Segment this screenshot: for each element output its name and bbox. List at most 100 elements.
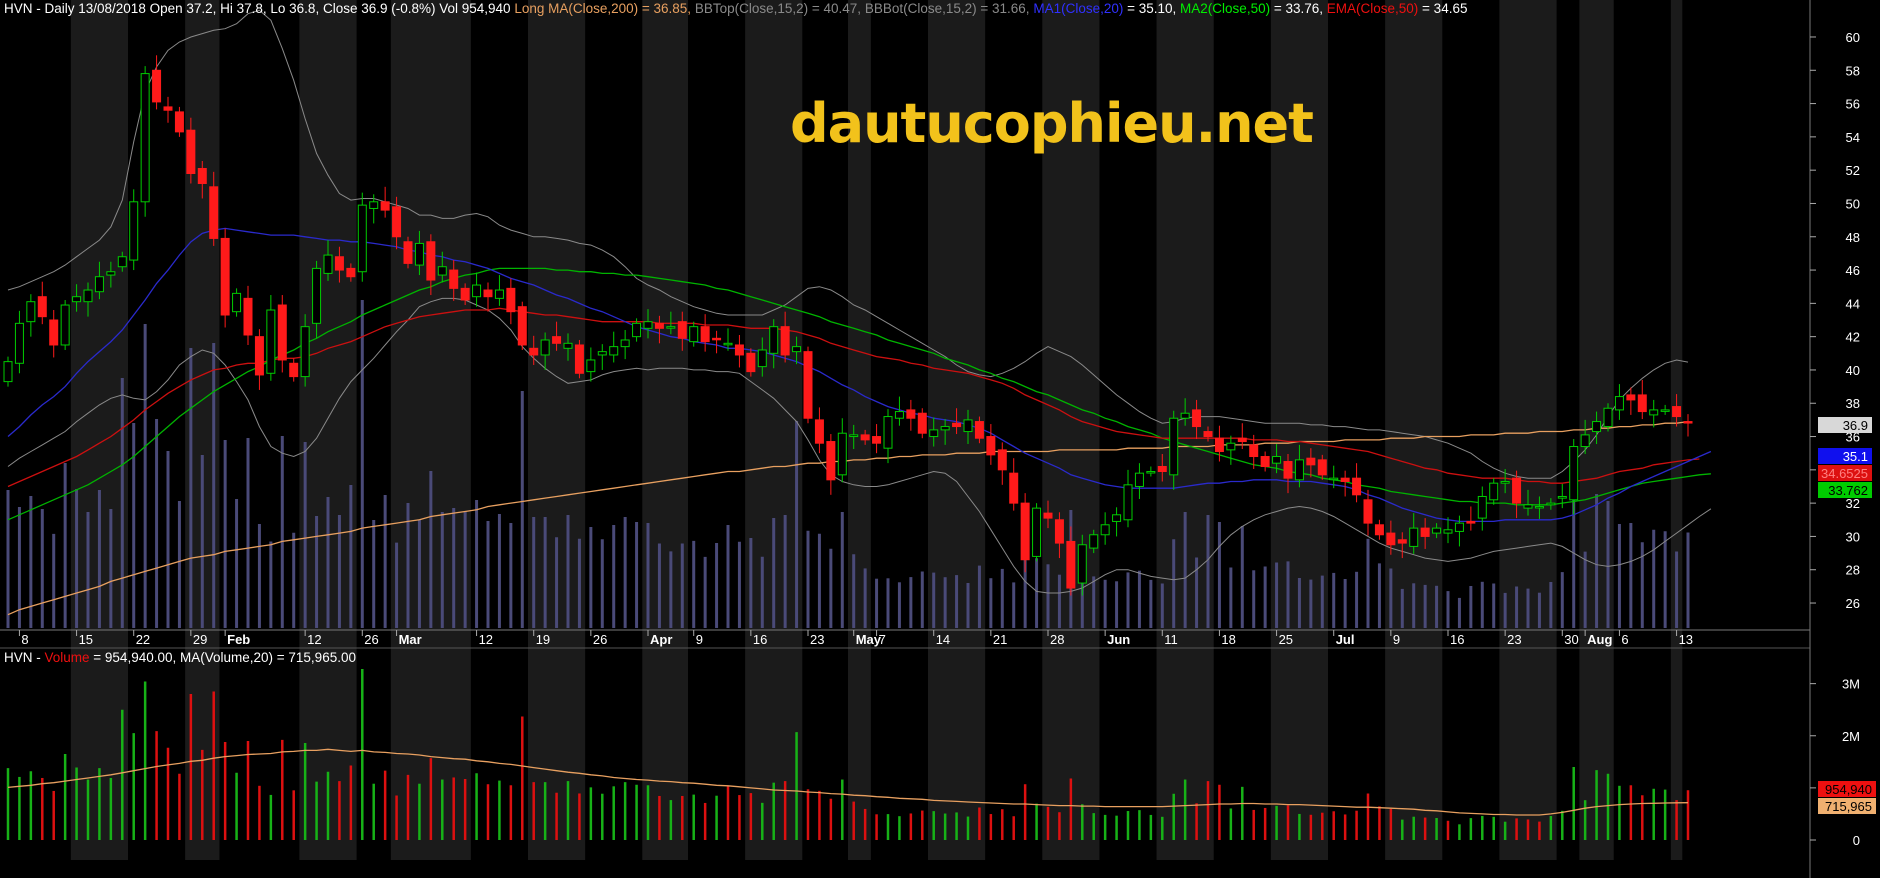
candle-body: [94, 276, 104, 293]
candle-body: [1009, 472, 1019, 504]
x-tick-label: 19: [536, 632, 550, 647]
x-tick-label: 7: [879, 632, 886, 647]
candle-body: [1272, 456, 1282, 464]
value-tags: 36.9 35.1 34.6525 33.762 954,940 715,965: [1818, 417, 1876, 814]
candle-body: [163, 106, 173, 111]
x-tick-label: 15: [79, 632, 93, 647]
candle-body: [952, 422, 962, 428]
background-stripe: [299, 0, 357, 860]
candle-body: [14, 322, 24, 364]
volume-tag-label: 715,965: [1825, 799, 1872, 814]
x-tick-label: 22: [136, 632, 150, 647]
candle-body: [1077, 544, 1087, 584]
y-tick-label: 38: [1846, 396, 1860, 411]
volume-header: HVN - Volume = 954,940.00, MA(Volume,20)…: [4, 650, 356, 665]
candle-body: [540, 339, 550, 356]
candle-body: [723, 342, 733, 346]
candle-body: [677, 321, 687, 339]
x-tick-label: 26: [364, 632, 378, 647]
candle-body: [1329, 477, 1339, 481]
candle-body: [232, 292, 242, 313]
volume-tick-label: 2M: [1842, 729, 1860, 744]
candle-body: [894, 411, 904, 419]
candle-body: [883, 416, 893, 449]
candle-body: [414, 242, 424, 266]
y-tick-label: 46: [1846, 263, 1860, 278]
candle-body: [426, 241, 436, 281]
candle-body: [517, 306, 527, 346]
volume-header-prefix: HVN -: [4, 650, 45, 665]
candle-body: [152, 69, 162, 103]
candle-body: [3, 361, 13, 383]
candle-body: [1386, 532, 1396, 546]
x-tick-label: 16: [1450, 632, 1464, 647]
candle-body: [403, 241, 413, 264]
candle-body: [860, 434, 870, 441]
x-tick-label: Apr: [650, 632, 672, 647]
x-tick-label: 23: [1507, 632, 1521, 647]
x-tick-label: Aug: [1587, 632, 1612, 647]
candle-body: [266, 309, 276, 374]
candle-body: [1557, 495, 1567, 499]
candle-body: [300, 326, 310, 378]
candle-body: [1180, 412, 1190, 419]
candle-body: [1660, 409, 1670, 412]
y-tick-label: 60: [1846, 30, 1860, 45]
candle-body: [117, 256, 127, 268]
x-tick-label: 9: [1393, 632, 1400, 647]
candle-body: [1352, 477, 1362, 496]
candle-body: [1100, 524, 1110, 536]
candle-body: [780, 326, 790, 356]
candle-body: [1512, 477, 1522, 504]
x-tick-label: 30: [1564, 632, 1578, 647]
watermark: dautucophieu.net: [790, 92, 1314, 155]
candle-body: [1443, 529, 1453, 534]
candle-body: [323, 254, 333, 274]
candle-body: [1420, 527, 1430, 537]
candle-body: [37, 296, 47, 318]
candle-body: [1363, 499, 1373, 524]
candle-body: [620, 339, 630, 348]
price-tag-label: 36.9: [1843, 418, 1868, 433]
x-tick-label: Jul: [1336, 632, 1355, 647]
candle-body: [1569, 446, 1579, 501]
candle-body: [357, 204, 367, 273]
candle-body: [1603, 407, 1613, 428]
candle-body: [837, 432, 847, 476]
candle-body: [1649, 409, 1659, 416]
candle-body: [1432, 527, 1442, 534]
y-tick-label: 26: [1846, 596, 1860, 611]
x-tick-label: 14: [936, 632, 950, 647]
candle-body: [254, 336, 264, 376]
candle-body: [940, 426, 950, 431]
candle-body: [997, 449, 1007, 471]
ma2-value: = 33.76,: [1270, 1, 1323, 16]
candle-body: [872, 436, 882, 444]
candle-body: [1626, 394, 1636, 401]
candle-body: [769, 326, 779, 354]
candle-body: [1123, 484, 1133, 521]
x-tick-label: 11: [1164, 632, 1178, 647]
candle-body: [632, 322, 642, 338]
y-tick-label: 28: [1846, 563, 1860, 578]
candle-body: [1112, 514, 1122, 522]
candle-body: [1534, 505, 1544, 509]
candle-body: [529, 347, 539, 356]
candle-body: [1397, 539, 1407, 544]
x-tick-label: 12: [479, 632, 493, 647]
price-tag-label: 34.6525: [1821, 466, 1868, 481]
candle-body: [826, 441, 836, 481]
candle-body: [1089, 534, 1099, 549]
candle-body: [814, 419, 824, 444]
ma1-name: MA1(Close,20): [1033, 1, 1124, 16]
x-tick-label: 28: [1050, 632, 1064, 647]
background-stripe: [1385, 0, 1443, 860]
candle-body: [1214, 437, 1224, 453]
y-tick-label: 30: [1846, 529, 1860, 544]
candle-body: [700, 326, 710, 343]
ema-value: = 34.65: [1418, 1, 1468, 16]
candle-body: [1020, 502, 1030, 561]
candle-body: [1340, 477, 1350, 482]
candle-body: [392, 206, 402, 238]
ema-name: EMA(Close,50): [1326, 1, 1419, 16]
